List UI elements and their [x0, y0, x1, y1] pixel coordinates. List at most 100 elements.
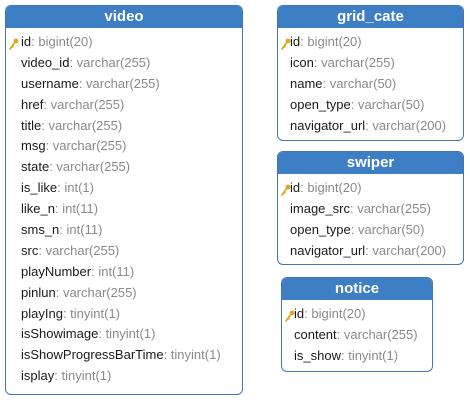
column-row[interactable]: isShowimage: tinyint(1) [6, 324, 242, 345]
table-video[interactable]: video id: bigint(20) video_id: varchar(255… [5, 5, 243, 395]
column-type: varchar(255) [45, 242, 120, 258]
column-type: int(11) [98, 263, 135, 279]
column-row[interactable]: playIng: tinyint(1) [6, 304, 242, 325]
column-name: msg [21, 138, 46, 154]
column-type: bigint(20) [38, 34, 93, 49]
column-name: image_src [290, 200, 350, 216]
column-row[interactable]: navigator_url: varchar(200) [278, 116, 463, 137]
column-name: sms_n [21, 222, 60, 238]
column-name: like_n [21, 201, 55, 217]
table-notice[interactable]: notice id: bigint(20) content: varchar(255… [281, 277, 433, 372]
column-row[interactable]: like_n: int(11) [6, 199, 242, 220]
type-separator: : [55, 284, 63, 300]
type-separator: : [350, 221, 358, 237]
type-separator: : [350, 96, 358, 112]
primary-key-column[interactable]: id: bigint(20) [6, 32, 242, 53]
table-title: swiper [278, 152, 463, 174]
column-name: playNumber [21, 263, 92, 279]
column-row[interactable]: pinlun: varchar(255) [6, 283, 242, 304]
column-row[interactable]: sms_n: int(11) [6, 220, 242, 241]
column-row[interactable]: open_type: varchar(50) [278, 220, 463, 241]
column-type: bigint(20) [311, 306, 366, 321]
column-row[interactable]: is_like: int(1) [6, 178, 242, 199]
column-row[interactable]: href: varchar(255) [6, 95, 242, 116]
primary-key-column[interactable]: id: bigint(20) [282, 304, 432, 325]
column-name: pinlun [21, 284, 56, 300]
column-type: varchar(255) [343, 326, 418, 342]
column-name: username [21, 75, 79, 91]
column-row[interactable]: msg: varchar(255) [6, 136, 242, 157]
column-name: id [290, 34, 301, 49]
column-type: tinyint(1) [70, 305, 121, 321]
column-row[interactable]: icon: varchar(255) [278, 53, 463, 74]
column-row[interactable]: playNumber: int(11) [6, 262, 242, 283]
type-separator: : [322, 75, 330, 91]
column-type: tinyint(1) [61, 368, 112, 384]
column-row[interactable]: navigator_url: varchar(200) [278, 241, 463, 262]
column-type: varchar(50) [357, 221, 425, 237]
column-list: id: bigint(20) image_src: varchar(255) ope… [278, 174, 463, 262]
column-name: isShowProgressBarTime [21, 347, 164, 363]
column-type: varchar(255) [357, 200, 431, 216]
column-name: navigator_url [290, 242, 366, 258]
column-type: varchar(255) [52, 138, 127, 154]
column-row[interactable]: isShowProgressBarTime: tinyint(1) [6, 345, 242, 366]
column-list: id: bigint(20) content: varchar(255) is_sh… [282, 300, 432, 367]
column-row[interactable]: title: varchar(255) [6, 116, 242, 137]
column-type: varchar(50) [357, 96, 425, 112]
column-type: int(11) [66, 222, 103, 238]
column-type: varchar(255) [86, 75, 160, 91]
column-name: open_type [290, 96, 351, 112]
column-name: state [21, 159, 50, 175]
table-swiper[interactable]: swiper id: bigint(20) image_src: varchar(2… [277, 151, 464, 265]
key-icon [285, 308, 295, 322]
column-name: video_id [21, 54, 70, 70]
column-row[interactable]: is_show: tinyint(1) [282, 346, 432, 367]
column-type: varchar(255) [62, 284, 137, 300]
column-row[interactable]: src: varchar(255) [6, 241, 242, 262]
type-separator: : [45, 138, 53, 154]
table-title: notice [282, 278, 432, 300]
column-type: bigint(20) [307, 34, 362, 49]
primary-key-column[interactable]: id: bigint(20) [278, 32, 463, 53]
column-name: open_type [290, 221, 351, 237]
column-row[interactable]: video_id: varchar(255) [6, 53, 242, 74]
column-name: is_show [294, 347, 341, 363]
column-type: tinyint(1) [348, 347, 399, 363]
column-type: varchar(200) [372, 117, 447, 133]
column-name: id [290, 180, 301, 195]
column-name: navigator_url [290, 117, 366, 133]
table-grid-cate[interactable]: grid_cate id: bigint(20) icon: varchar(255… [277, 5, 464, 141]
table-title: video [6, 6, 242, 28]
column-name: name [290, 75, 323, 91]
column-row[interactable]: name: varchar(50) [278, 74, 463, 95]
column-name: is_like [21, 180, 58, 196]
type-separator: : [38, 242, 46, 258]
type-separator: : [69, 54, 77, 70]
column-row[interactable]: state: varchar(255) [6, 157, 242, 178]
column-name: id [21, 34, 32, 49]
column-type: varchar(255) [56, 159, 131, 175]
column-row[interactable]: isplay: tinyint(1) [6, 366, 242, 387]
column-list: id: bigint(20) icon: varchar(255) name: va… [278, 28, 463, 136]
column-name: title [21, 117, 42, 133]
column-type: bigint(20) [307, 180, 362, 195]
column-name: icon [290, 54, 314, 70]
column-row[interactable]: image_src: varchar(255) [278, 199, 463, 220]
column-row[interactable]: open_type: varchar(50) [278, 95, 463, 116]
column-name: isShowimage [21, 326, 99, 342]
column-row[interactable]: content: varchar(255) [282, 325, 432, 346]
column-name: content [294, 326, 337, 342]
column-name: src [21, 242, 39, 258]
column-type: varchar(255) [48, 117, 123, 133]
key-icon [281, 36, 291, 50]
key-icon [281, 182, 291, 196]
primary-key-column[interactable]: id: bigint(20) [278, 178, 463, 199]
column-list: id: bigint(20) video_id: varchar(255) user… [6, 28, 242, 387]
column-type: int(11) [62, 201, 99, 217]
column-type: varchar(200) [372, 242, 447, 258]
type-separator: : [336, 326, 344, 342]
column-row[interactable]: username: varchar(255) [6, 74, 242, 95]
column-type: int(1) [64, 180, 94, 196]
column-type: varchar(255) [50, 96, 125, 112]
